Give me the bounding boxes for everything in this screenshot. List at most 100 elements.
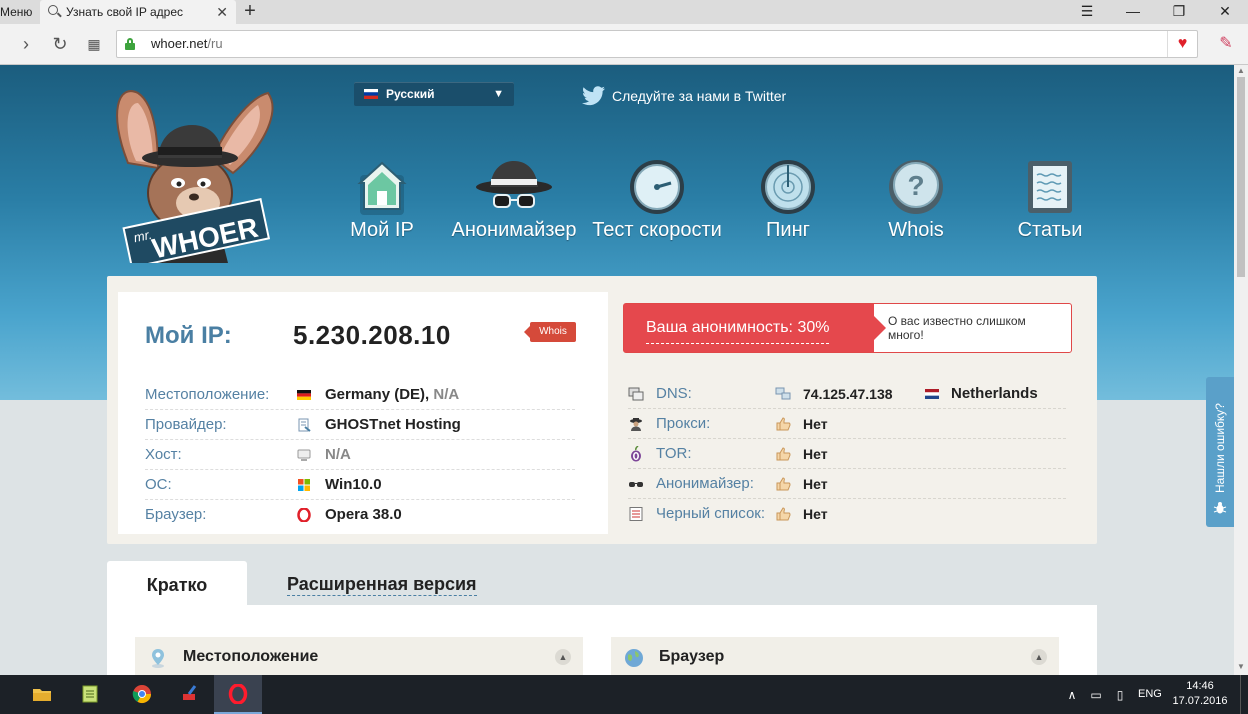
windows-icon [298,479,310,491]
question-icon: ? [889,160,943,214]
map-pin-icon [152,649,164,668]
new-tab-button[interactable]: + [238,0,262,24]
anonymity-label[interactable]: Ваша анонимность: 30% [646,312,830,344]
url-field[interactable]: whoer.net/ru ♥ [116,30,1198,58]
document-icon [1028,161,1072,213]
proxy-row: Прокси: Нет [628,409,1066,439]
spy-hat-icon [476,161,552,208]
nav-label: Статьи [1017,219,1083,241]
browser-row: Браузер: Opera 38.0 [145,500,575,530]
scroll-thumb[interactable] [1237,77,1245,277]
blacklist-value: Нет [803,506,828,522]
details-content: Местоположение ▲ Браузер ▲ [107,605,1097,675]
whois-badge[interactable]: Whois [524,322,576,342]
row-value: Germany (DE), N/A [325,386,460,403]
browser-tab[interactable]: Узнать свой IP адрес ✕ [40,0,236,24]
nav-speed-test[interactable]: Тест скорости [587,157,727,257]
thumbs-up-icon [776,447,791,461]
mr-whoer-logo[interactable]: mr. WHOER [108,73,278,263]
bug-icon [1213,502,1227,514]
nav-label: Мой IP [350,219,414,241]
browser-tab-bar: Меню Узнать свой IP адрес ✕ + ☰ — ❐ ✕ [0,0,1248,24]
opera-icon [228,684,248,704]
row-key: Браузер: [145,506,207,523]
anonymity-score[interactable]: Ваша анонимность: 30% [624,304,886,352]
chevron-up-icon[interactable]: ▲ [1031,649,1047,665]
row-value: Opera 38.0 [325,506,402,523]
clock-date: 17.07.2016 [1172,695,1228,707]
my-ip-value[interactable]: 5.230.208.10 [293,320,451,351]
tab-extended[interactable]: Расширенная версия [287,573,477,596]
taskbar-chrome[interactable] [118,675,166,714]
system-clock[interactable]: 14:46 17.07.2016 [1172,679,1228,709]
thumbs-up-icon [776,477,791,491]
check-key: TOR: [656,445,692,462]
close-window-button[interactable]: ✕ [1202,0,1248,24]
show-desktop-button[interactable] [1240,675,1248,714]
tor-row: TOR: Нет [628,439,1066,469]
chrome-icon [132,685,151,704]
thumbs-up-icon [776,417,791,431]
nav-articles[interactable]: Статьи [980,157,1120,257]
folder-icon [33,689,51,701]
feedback-label: Нашли ошибку? [1213,403,1227,493]
taskbar-opera[interactable] [214,675,262,714]
maximize-button[interactable]: ❐ [1156,0,1202,24]
twitter-bird-icon [582,86,605,106]
nav-label: Whois [888,219,944,241]
row-key: Хост: [145,446,182,463]
scroll-up-icon[interactable]: ▲ [1234,65,1248,77]
scroll-down-icon[interactable]: ▼ [1234,661,1248,673]
location-panel-header[interactable]: Местоположение ▲ [135,637,583,675]
favorite-heart-icon[interactable]: ♥ [1167,31,1197,57]
anonymizer-row: Анонимайзер: Нет [628,469,1066,499]
nav-anonymizer[interactable]: Анонимайзер [444,157,584,257]
row-key: ОС: [145,476,172,493]
radar-icon [761,160,815,214]
tab-list-icon[interactable]: ☰ [1064,0,1110,24]
nav-ping[interactable]: Пинг [718,157,858,257]
volume-tray-icon[interactable] [1114,687,1130,703]
language-select[interactable]: Русский ▼ [354,82,514,106]
svg-text:?: ? [907,170,924,201]
row-key: Местоположение: [145,386,270,403]
anonymizer-icon [629,482,643,487]
chevron-up-icon[interactable]: ▲ [555,649,571,665]
taskbar-explorer[interactable] [18,675,66,714]
close-tab-icon[interactable]: ✕ [216,0,228,24]
tray-chevron-up-icon[interactable]: ∧ [1064,687,1080,703]
url-text[interactable]: whoer.net/ru [151,31,223,57]
check-key: Прокси: [656,415,711,432]
panel-title: Местоположение [183,648,319,665]
blacklist-row: Черный список: Нет [628,499,1066,529]
russia-flag-icon [364,89,378,99]
input-language[interactable]: ENG [1138,675,1162,714]
page-scrollbar[interactable]: ▲ ▼ [1234,65,1248,675]
dns-country: Netherlands [951,385,1038,402]
speed-dial-icon[interactable]: ▦ [82,32,106,56]
minimize-button[interactable]: — [1110,0,1156,24]
windows-taskbar: ∧ ▭ ▯ ENG 14:46 17.07.2016 [0,675,1248,714]
browser-menu-button[interactable]: Меню [0,0,36,24]
reload-icon[interactable]: ↻ [48,32,72,56]
tab-short[interactable]: Кратко [107,561,247,611]
network-tray-icon[interactable]: ▭ [1088,687,1104,703]
anonymizer-value: Нет [803,476,828,492]
row-key: Провайдер: [145,416,227,433]
nav-my-ip[interactable]: Мой IP [312,157,452,257]
provider-row: Провайдер: GHOSTnet Hosting [145,410,575,440]
thumbs-up-icon [776,507,791,521]
nav-label: Тест скорости [592,219,722,241]
taskbar-notepad[interactable] [66,675,114,714]
chevron-down-icon: ▼ [493,88,504,100]
taskbar-ccleaner[interactable] [166,675,214,714]
lock-icon [125,38,135,50]
web-page: mr. WHOER Русский ▼ Следуйте за нами в T… [0,65,1234,675]
forward-icon[interactable]: › [14,32,38,56]
nav-whois[interactable]: ? Whois [846,157,986,257]
dns-icon [628,387,644,401]
feedback-tab[interactable]: Нашли ошибку? [1206,377,1234,527]
extension-icon[interactable]: ✎ [1214,32,1238,56]
browser-panel-header[interactable]: Браузер ▲ [611,637,1059,675]
proxy-value: Нет [803,416,828,432]
